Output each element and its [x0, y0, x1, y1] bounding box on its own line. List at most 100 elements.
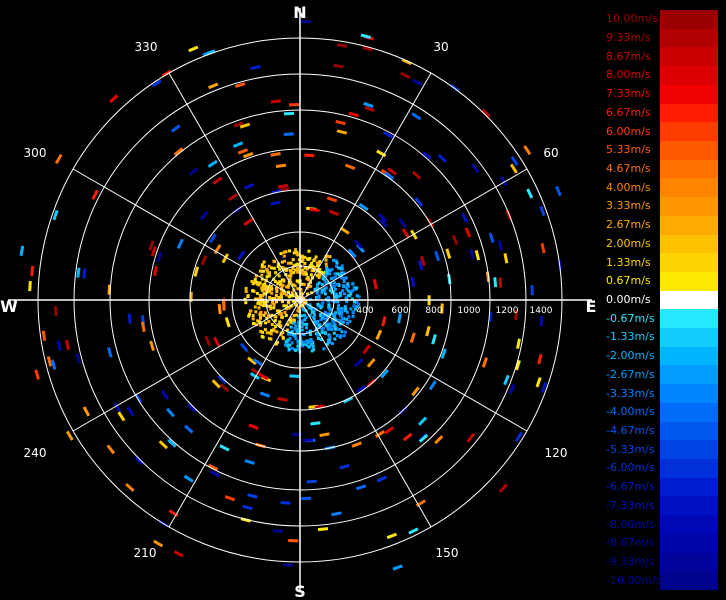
echo-cell: [346, 321, 349, 325]
echo-cell: [264, 321, 268, 325]
echo-cell: [300, 328, 304, 332]
echo-cell: [253, 278, 257, 281]
echo-cell: [260, 273, 264, 277]
range-label: 1000: [458, 306, 481, 316]
legend-label: 6.67m/s: [606, 105, 651, 119]
echo-cell: [268, 331, 272, 335]
echo-cell: [322, 347, 326, 351]
echo-cell: [259, 302, 262, 306]
legend-label: 4.00m/s: [606, 180, 651, 194]
echo-cell: [317, 323, 321, 327]
legend-swatch: [660, 253, 718, 273]
echo-cell: [343, 277, 347, 281]
echo-cell: [312, 347, 316, 351]
legend-swatch: [660, 10, 718, 30]
echo-cell: [316, 319, 320, 323]
echo-cell: [288, 249, 291, 253]
echo-cell: [281, 336, 285, 340]
echo-cell: [274, 325, 277, 329]
compass-south: S: [294, 582, 306, 600]
echo-gate: [302, 438, 314, 442]
echo-cell: [293, 327, 297, 331]
echo-cell: [267, 319, 271, 323]
echo-cell: [332, 324, 336, 328]
echo-cell: [324, 258, 328, 262]
echo-cell: [290, 341, 294, 345]
legend-label: -9.33m/s: [606, 554, 655, 568]
echo-cell: [324, 262, 328, 266]
echo-cell: [349, 307, 353, 311]
echo-gate: [288, 103, 300, 107]
compass-north: N: [293, 3, 306, 22]
echo-cell: [351, 310, 355, 314]
echo-cell: [255, 291, 259, 295]
echo-cell: [307, 345, 311, 349]
echo-cell: [348, 294, 352, 298]
legend-swatch: [660, 103, 718, 123]
echo-cell: [334, 294, 338, 298]
legend-swatch: [660, 309, 718, 329]
echo-cell: [296, 287, 300, 291]
legend-label: 7.33m/s: [606, 87, 651, 101]
echo-cell: [316, 302, 320, 306]
echo-cell: [264, 284, 268, 288]
echo-cell: [273, 260, 277, 264]
echo-cell: [275, 309, 279, 313]
echo-cell: [294, 248, 297, 252]
echo-cell: [332, 321, 336, 325]
echo-cell: [305, 322, 309, 326]
echo-cell: [328, 334, 332, 338]
legend-label: -4.67m/s: [606, 423, 655, 437]
legend-swatch: [660, 122, 718, 142]
echo-gate: [530, 285, 534, 296]
echo-cell: [287, 274, 291, 278]
echo-cell: [346, 282, 350, 286]
echo-cell: [277, 274, 281, 278]
echo-cell: [254, 310, 258, 314]
legend-swatch: [660, 178, 718, 198]
echo-cell: [339, 334, 343, 338]
legend-swatch: [660, 328, 718, 348]
echo-cell: [302, 282, 306, 286]
echo-cell: [270, 323, 274, 326]
echo-cell: [326, 268, 330, 272]
echo-cell: [304, 272, 308, 276]
legend-label: 2.67m/s: [606, 218, 651, 232]
legend-label: -6.67m/s: [606, 480, 655, 494]
legend-swatch: [660, 384, 718, 404]
legend-swatch: [660, 515, 718, 535]
echo-cell: [320, 282, 324, 286]
legend-label: -3.33m/s: [606, 386, 655, 400]
legend-label: -7.33m/s: [606, 498, 655, 512]
echo-cell: [315, 261, 319, 265]
echo-gate: [28, 281, 32, 292]
echo-cell: [321, 326, 325, 330]
legend-label: 8.67m/s: [606, 49, 651, 63]
echo-cell: [268, 271, 271, 275]
echo-cell: [303, 255, 307, 259]
legend-label: -10.00m/s: [606, 573, 662, 587]
echo-cell: [317, 276, 321, 279]
echo-cell: [342, 292, 346, 296]
echo-cell: [355, 286, 359, 290]
echo-cell: [246, 294, 250, 298]
echo-cell: [303, 262, 307, 265]
echo-cell: [323, 331, 327, 335]
echo-cell: [313, 257, 317, 261]
echo-cell: [244, 290, 248, 293]
legend-label: -4.00m/s: [606, 405, 655, 419]
echo-cell: [317, 281, 321, 285]
echo-cell: [261, 283, 265, 287]
legend-label: 8.00m/s: [606, 68, 651, 82]
echo-cell: [339, 308, 343, 312]
echo-cell: [256, 301, 260, 305]
echo-cell: [309, 284, 313, 288]
echo-cell: [335, 334, 339, 337]
legend-label: -2.67m/s: [606, 367, 655, 381]
echo-cell: [353, 300, 356, 304]
echo-cell: [286, 300, 290, 304]
echo-cell: [333, 312, 337, 316]
echo-cell: [263, 328, 267, 332]
echo-cell: [332, 331, 336, 335]
legend-label: -0.67m/s: [606, 311, 655, 325]
